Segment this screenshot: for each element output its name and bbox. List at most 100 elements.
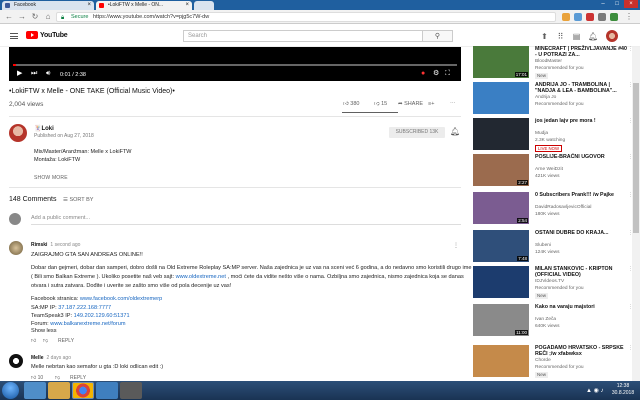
video-player[interactable]: ▶ ⏭︎ 🔊︎ 0:01 / 2:38 ● ⚙︎ ⛶ (9, 47, 461, 81)
home-icon[interactable]: ⌂ (43, 12, 53, 22)
close-window-icon[interactable]: × (624, 0, 638, 8)
address-bar[interactable]: 🔒︎ Secure https://www.youtube.com/watch?… (56, 12, 556, 22)
comment-author[interactable]: Rimski 1 second ago (31, 242, 80, 248)
volume-icon[interactable]: 🔊︎ (46, 70, 50, 78)
video-thumbnail[interactable]: 11:00 (473, 304, 529, 336)
video-thumbnail[interactable] (473, 82, 529, 114)
recommended-title[interactable]: OSTANI DUBRE DO KRAJA... (535, 230, 627, 236)
scrollbar-thumb[interactable] (633, 83, 639, 233)
upload-icon[interactable]: ⬆︎ (540, 32, 549, 41)
add-comment-input[interactable]: Add a public comment... (31, 215, 461, 225)
share-button[interactable]: ➦ SHARE (398, 101, 423, 107)
recommended-title[interactable]: POSLIJE-BRAĆNI UGOVOR (535, 154, 627, 160)
settings-gear-icon[interactable]: ⚙︎ (433, 70, 439, 78)
recommended-channel[interactable]: DavidRadosavljevicOfficial (535, 205, 591, 210)
recommended-video[interactable]: 11:00 Kako na varaju majstori Ivan Zeča 640… (473, 304, 633, 340)
extension-icon[interactable] (610, 13, 618, 21)
comment-menu-icon[interactable]: ⋮ (453, 242, 459, 249)
browser-menu-icon[interactable]: ⋮ (624, 12, 634, 22)
recommended-video[interactable]: jos jedan lajv pre mora ! Mudja 2.3K watch… (473, 118, 633, 154)
comment-like-button[interactable]: 👍︎ (31, 338, 36, 344)
comment-link[interactable]: 149.202.129.60:51371 (74, 313, 130, 319)
commenter-avatar[interactable] (9, 241, 23, 255)
extension-icon[interactable] (586, 13, 594, 21)
recommended-title[interactable]: Kako na varaju majstori (535, 304, 627, 310)
recommended-video[interactable]: 2:54 0 Subscribers Prank!!! /w Pajke David… (473, 192, 633, 228)
video-thumbnail[interactable] (473, 118, 529, 150)
start-button[interactable] (2, 382, 19, 399)
apps-icon[interactable]: ⠿ (556, 32, 565, 41)
forward-icon[interactable]: → (17, 12, 27, 22)
show-more-button[interactable]: SHOW MORE (34, 175, 68, 181)
back-icon[interactable]: ← (4, 12, 14, 22)
notifications-icon[interactable]: 🔔︎ (588, 32, 598, 41)
recommended-channel[interactable]: Mudja (535, 131, 548, 136)
recommended-video[interactable]: 7:48 OSTANI DUBRE DO KRAJA... Slubeni 124K … (473, 230, 633, 266)
autoplay-icon[interactable]: ● (421, 70, 425, 78)
video-thumbnail[interactable] (473, 345, 529, 377)
recommended-title[interactable]: POGADAMO HRVATSKO - SRPSKE REČI ;/w xfab… (535, 345, 627, 357)
channel-avatar[interactable] (9, 124, 27, 142)
close-tab-icon[interactable]: × (87, 1, 91, 10)
channel-name[interactable]: 🃏Loki (34, 125, 54, 132)
dislike-button[interactable]: 👎︎ 15 (374, 101, 387, 107)
new-tab-button[interactable] (194, 1, 214, 10)
recommended-channel[interactable]: IDJVideos.TV (535, 279, 564, 284)
recommended-video[interactable]: ANDRIJA JO - TRAMBOLINA | "NADJA & LEA -… (473, 82, 633, 118)
youtube-logo[interactable]: YouTube (26, 31, 68, 41)
taskbar-app-icon[interactable] (120, 382, 142, 399)
account-avatar[interactable] (606, 30, 618, 42)
recommended-channel[interactable]: Slubeni (535, 243, 551, 248)
recommended-channel[interactable]: Chorde (535, 358, 551, 363)
recommended-channel[interactable]: Ivan Zeča (535, 317, 556, 322)
video-thumbnail[interactable]: 7:48 (473, 230, 529, 262)
video-thumbnail[interactable]: 17:01 (473, 46, 529, 78)
comment-link[interactable]: 37.187.222.168:7777 (58, 305, 111, 311)
taskbar-ie-icon[interactable] (24, 382, 46, 399)
extension-icon[interactable] (598, 13, 606, 21)
notification-bell-icon[interactable]: 🔔︎ (450, 127, 460, 136)
subscribe-button[interactable]: SUBSCRIBED 13K (389, 127, 445, 138)
browser-tab-youtube[interactable]: •LokiFTW x Melle - ON... × (96, 1, 192, 10)
reply-button[interactable]: REPLY (58, 338, 74, 344)
sort-button[interactable]: ☰ SORT BY (63, 197, 93, 203)
taskbar-explorer-icon[interactable] (48, 382, 70, 399)
recommended-title[interactable]: jos jedan lajv pre mora ! (535, 118, 627, 124)
recommended-title[interactable]: 0 Subscribers Prank!!! /w Pajke (535, 192, 627, 198)
next-icon[interactable]: ⏭︎ (31, 70, 37, 78)
commenter-avatar[interactable] (9, 354, 23, 368)
comment-link[interactable]: www.facebook.com/oldextremerp (80, 296, 162, 302)
add-to-playlist-icon[interactable]: ≡+ (428, 101, 434, 107)
recommended-video[interactable]: 2:27 POSLIJE-BRAĆNI UGOVOR Arne WeiDzit 421… (473, 154, 633, 190)
recommended-channel[interactable]: BloodMaster (535, 59, 562, 64)
video-thumbnail[interactable]: 2:54 (473, 192, 529, 224)
page-scrollbar[interactable] (632, 47, 640, 381)
close-tab-icon[interactable]: × (185, 1, 189, 10)
recommended-channel[interactable]: Arne WeiDzit (535, 167, 563, 172)
recommended-video[interactable]: POGADAMO HRVATSKO - SRPSKE REČI ;/w xfab… (473, 345, 633, 381)
fullscreen-icon[interactable]: ⛶ (445, 70, 450, 78)
recommended-video[interactable]: MILAN STANKOVIC - KRIPTON (OFFICIAL VIDE… (473, 266, 633, 302)
recommended-video[interactable]: 17:01 MINECRAFT | PREŽIVLJAVANJE #40 - U … (473, 46, 633, 82)
extension-icon[interactable] (574, 13, 582, 21)
bookmark-star-icon[interactable] (562, 13, 570, 21)
search-input[interactable]: Search (183, 30, 423, 42)
system-tray-icons[interactable]: ▲ ◉ ♪ (586, 387, 604, 394)
like-button[interactable]: 👍︎ 380 (343, 101, 359, 107)
comment-author[interactable]: Melle 2 days ago (31, 355, 71, 361)
hamburger-menu-icon[interactable] (10, 33, 18, 39)
recommended-title[interactable]: MILAN STANKOVIC - KRIPTON (OFFICIAL VIDE… (535, 266, 627, 278)
search-button[interactable]: ⚲ (423, 30, 453, 42)
messages-icon[interactable]: ▤ (572, 32, 581, 41)
recommended-title[interactable]: ANDRIJA JO - TRAMBOLINA | "NADJA & LEA -… (535, 82, 627, 94)
taskbar-app-icon[interactable] (96, 382, 118, 399)
clock[interactable]: 12:38 30.8.2018 (608, 383, 638, 397)
browser-tab-facebook[interactable]: Facebook × (2, 1, 94, 10)
reload-icon[interactable]: ↻ (30, 12, 40, 22)
comment-link[interactable]: www.balkanextreme.net/forum (50, 321, 125, 327)
more-actions-icon[interactable]: ⋯ (450, 101, 456, 107)
show-less-link[interactable]: Show less (31, 328, 57, 334)
progress-bar[interactable] (13, 64, 457, 66)
recommended-title[interactable]: MINECRAFT | PREŽIVLJAVANJE #40 - U POTRA… (535, 46, 627, 58)
maximize-icon[interactable]: □ (610, 0, 624, 8)
